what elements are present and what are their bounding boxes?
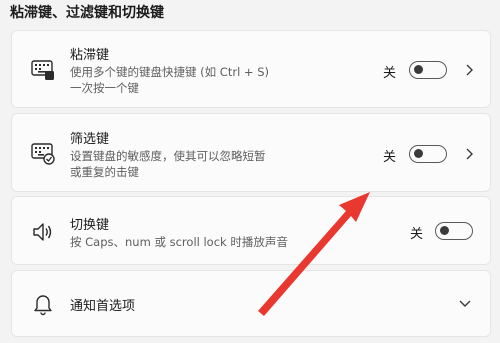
annotation-arrow xyxy=(258,192,370,316)
